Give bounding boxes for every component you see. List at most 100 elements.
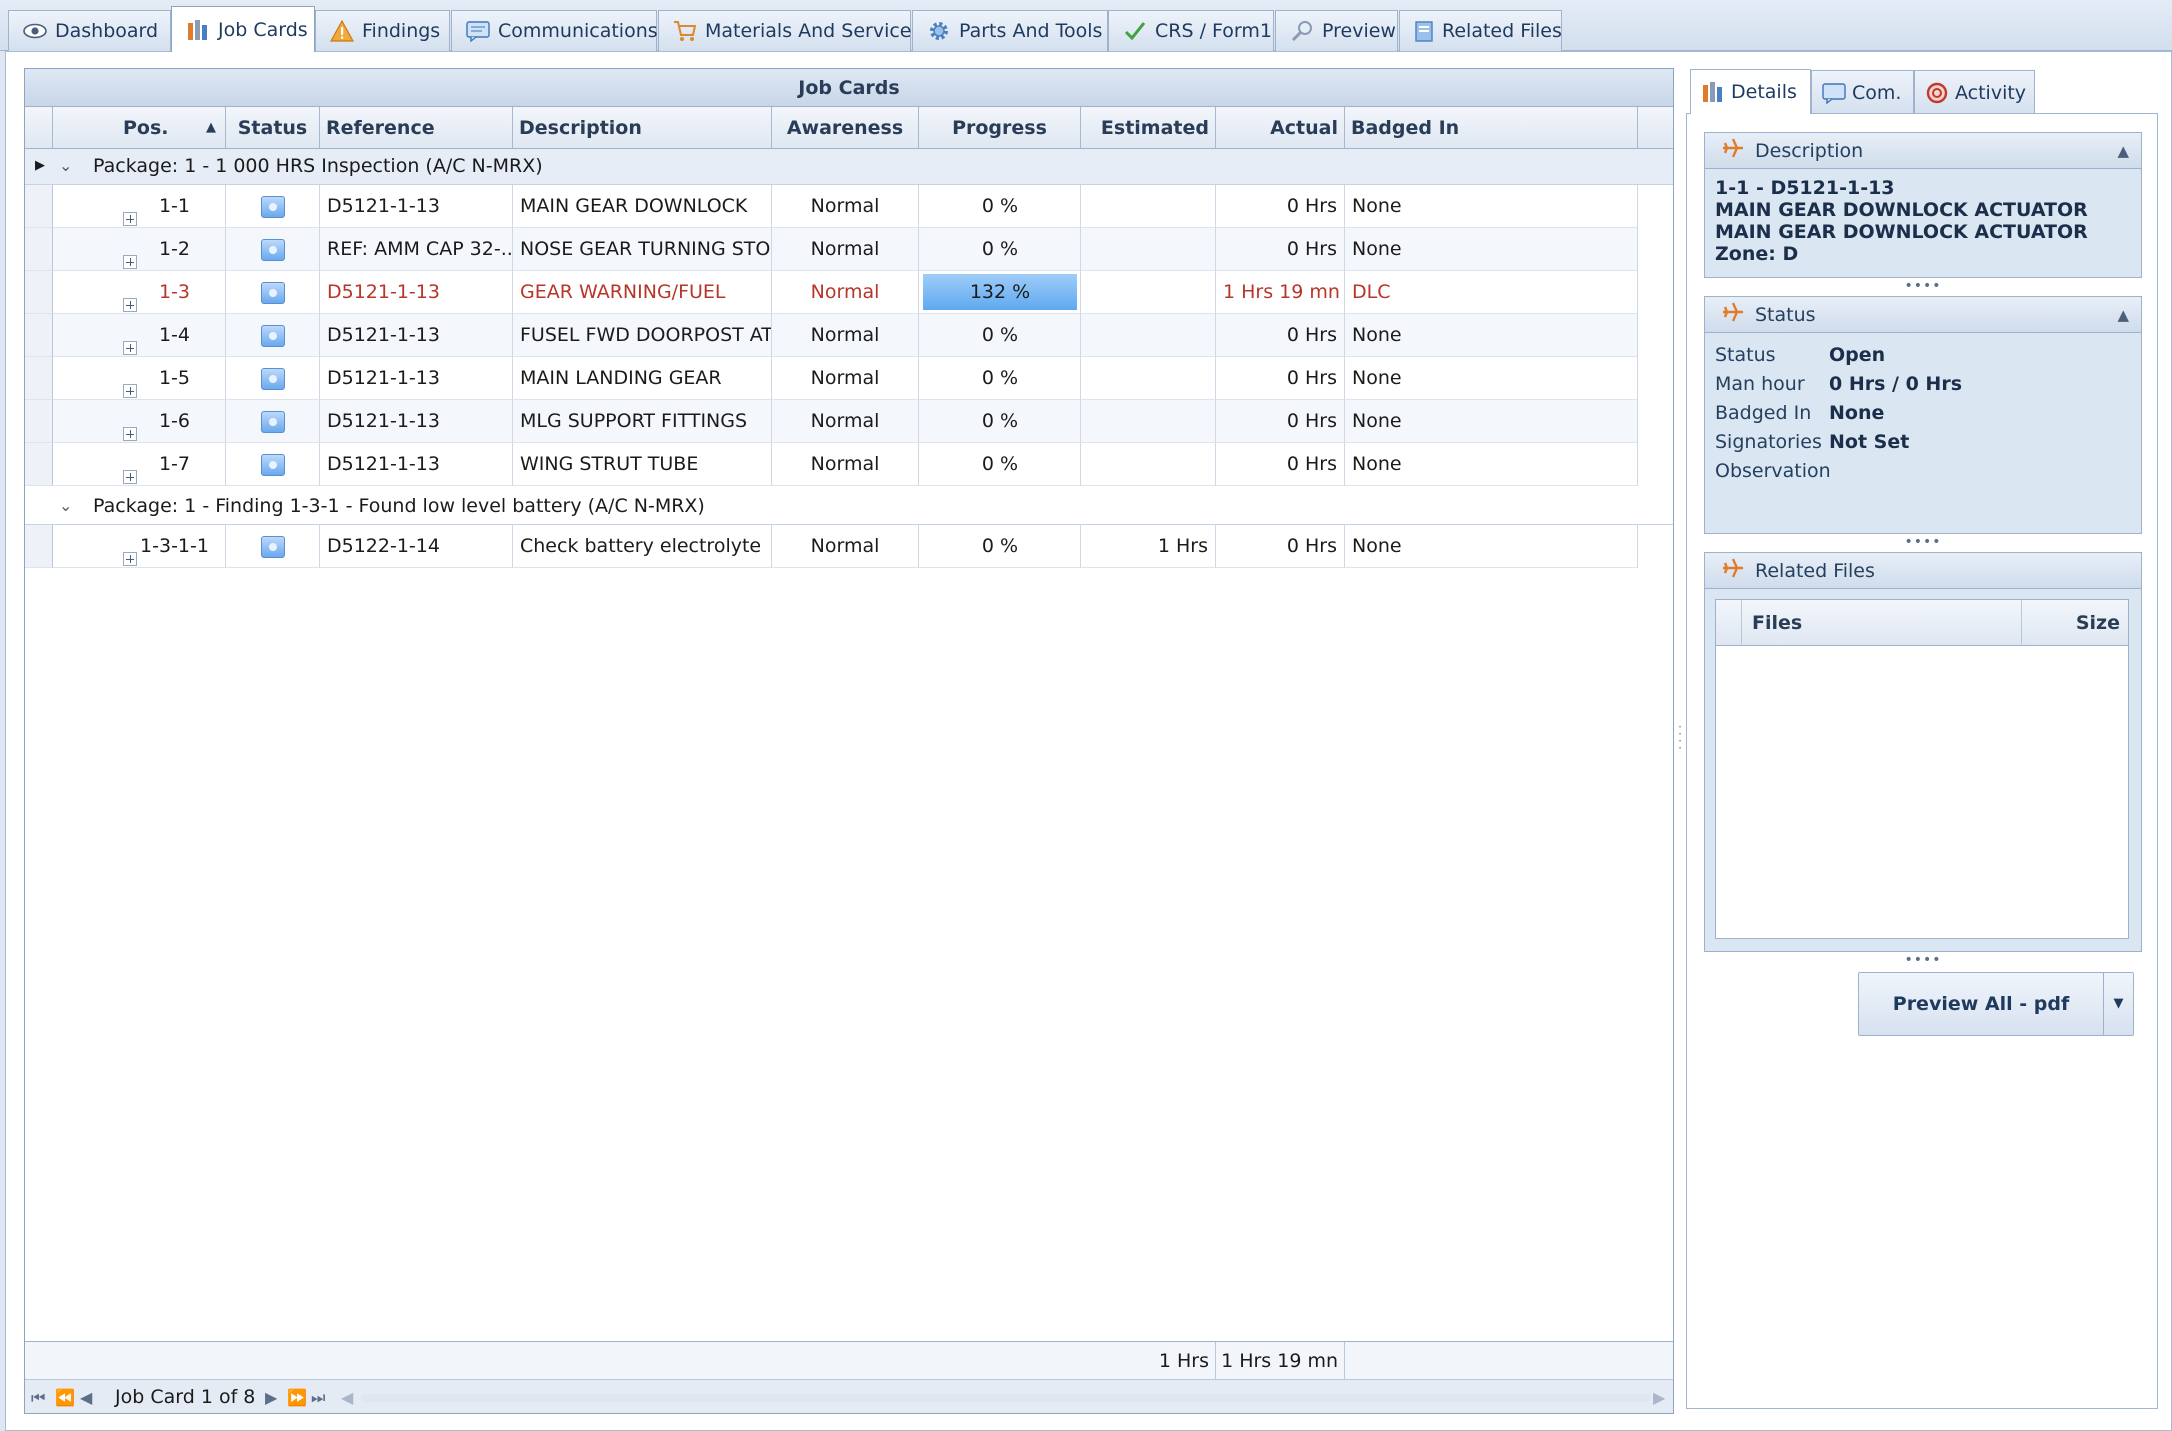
group-row[interactable]: ⌄ Package: 1 - Finding 1-3-1 - Found low…: [25, 489, 1673, 525]
previous-record-icon[interactable]: ◀: [80, 1388, 92, 1407]
cell-reference[interactable]: D5121-1-13: [320, 357, 513, 400]
table-row[interactable]: 1-7 D5121-1-13 WING STRUT TUBE Normal 0 % 0 H…: [25, 443, 1673, 486]
cell-badged[interactable]: None: [1345, 525, 1638, 568]
table-row[interactable]: 1-4 D5121-1-13 FUSEL FWD DOORPOST AT Normal…: [25, 314, 1673, 357]
cell-description[interactable]: MAIN GEAR DOWNLOCK: [513, 185, 772, 228]
tab-findings[interactable]: Findings: [315, 10, 450, 51]
dropdown-arrow-icon[interactable]: ▼: [2103, 973, 2133, 1035]
cell-reference[interactable]: D5121-1-13: [320, 185, 513, 228]
row-selector[interactable]: [25, 525, 53, 568]
row-selector[interactable]: [25, 357, 53, 400]
cell-pos[interactable]: 1-7: [53, 443, 226, 486]
column-header-pos[interactable]: Pos. ▲: [53, 107, 226, 149]
previous-page-icon[interactable]: ⏪: [55, 1388, 75, 1407]
cell-reference[interactable]: D5121-1-13: [320, 443, 513, 486]
tab-job-cards[interactable]: Job Cards: [171, 6, 315, 52]
column-header-size[interactable]: Size: [2022, 600, 2128, 646]
cell-progress[interactable]: 0 %: [919, 185, 1081, 228]
row-selector[interactable]: [25, 400, 53, 443]
related-files-card-header[interactable]: Related Files: [1705, 553, 2141, 589]
cell-reference[interactable]: REF: AMM CAP 32-...: [320, 228, 513, 271]
cell-description[interactable]: MLG SUPPORT FITTINGS: [513, 400, 772, 443]
tab-related-files[interactable]: Related Files: [1399, 10, 1562, 51]
column-header-progress[interactable]: Progress: [919, 107, 1081, 149]
cell-badged[interactable]: None: [1345, 400, 1638, 443]
cell-status[interactable]: [226, 443, 320, 486]
cell-reference[interactable]: D5121-1-13: [320, 400, 513, 443]
table-row[interactable]: 1-6 D5121-1-13 MLG SUPPORT FITTINGS Normal 0…: [25, 400, 1673, 443]
tab-materials-and-services[interactable]: Materials And Services: [658, 10, 921, 51]
description-card-header[interactable]: Description ▲: [1705, 133, 2141, 169]
cell-actual[interactable]: 1 Hrs 19 mn: [1216, 271, 1345, 314]
splitter-grip[interactable]: · · · ·: [1676, 721, 1684, 754]
last-record-icon[interactable]: ⏭: [311, 1388, 325, 1408]
tab-dashboard[interactable]: Dashboard: [8, 10, 171, 51]
row-selector[interactable]: [25, 228, 53, 271]
first-record-icon[interactable]: ⏮: [31, 1388, 45, 1408]
scroll-left-icon[interactable]: ◀: [341, 1388, 353, 1407]
resize-grip[interactable]: ••••: [1704, 278, 2142, 294]
tab-parts-and-tools[interactable]: Parts And Tools: [912, 10, 1108, 51]
cell-reference[interactable]: D5121-1-13: [320, 314, 513, 357]
cell-status[interactable]: [226, 400, 320, 443]
cell-actual[interactable]: 0 Hrs: [1216, 357, 1345, 400]
cell-actual[interactable]: 0 Hrs: [1216, 185, 1345, 228]
cell-progress[interactable]: 0 %: [919, 314, 1081, 357]
row-selector[interactable]: [25, 271, 53, 314]
cell-pos[interactable]: 1-5: [53, 357, 226, 400]
cell-reference[interactable]: D5121-1-13: [320, 271, 513, 314]
tab-crs-form1[interactable]: CRS / Form1: [1108, 10, 1274, 51]
cell-awareness[interactable]: Normal: [772, 525, 919, 568]
collapse-caret-icon[interactable]: ▲: [2117, 306, 2129, 324]
tab-activity[interactable]: Activity: [1914, 70, 2035, 114]
cell-actual[interactable]: 0 Hrs: [1216, 314, 1345, 357]
column-header-description[interactable]: Description: [513, 107, 772, 149]
tab-preview[interactable]: Preview: [1275, 10, 1398, 51]
cell-estimated[interactable]: [1081, 443, 1216, 486]
cell-awareness[interactable]: Normal: [772, 228, 919, 271]
table-row[interactable]: 1-3 D5121-1-13 GEAR WARNING/FUEL Normal 132 …: [25, 271, 1673, 314]
table-row[interactable]: 1-1 D5121-1-13 MAIN GEAR DOWNLOCK Normal 0 %…: [25, 185, 1673, 228]
cell-pos[interactable]: 1-2: [53, 228, 226, 271]
cell-pos[interactable]: 1-6: [53, 400, 226, 443]
row-selector[interactable]: [25, 185, 53, 228]
cell-badged[interactable]: None: [1345, 357, 1638, 400]
tab-com[interactable]: Com.: [1811, 70, 1914, 114]
preview-all-pdf-button[interactable]: Preview All - pdf ▼: [1858, 972, 2134, 1036]
resize-grip[interactable]: ••••: [1704, 952, 2142, 968]
cell-estimated[interactable]: [1081, 271, 1216, 314]
cell-estimated[interactable]: 1 Hrs: [1081, 525, 1216, 568]
cell-estimated[interactable]: [1081, 185, 1216, 228]
cell-status[interactable]: [226, 357, 320, 400]
cell-badged[interactable]: None: [1345, 185, 1638, 228]
column-header-reference[interactable]: Reference: [320, 107, 513, 149]
cell-description[interactable]: FUSEL FWD DOORPOST AT: [513, 314, 772, 357]
cell-pos[interactable]: 1-1: [53, 185, 226, 228]
horizontal-scrollbar[interactable]: [361, 1394, 1651, 1402]
status-card-header[interactable]: Status ▲: [1705, 297, 2141, 333]
cell-pos[interactable]: 1-3: [53, 271, 226, 314]
cell-progress[interactable]: 0 %: [919, 525, 1081, 568]
column-header-badged-in[interactable]: Badged In: [1345, 107, 1638, 149]
cell-status[interactable]: [226, 314, 320, 357]
cell-progress[interactable]: 0 %: [919, 357, 1081, 400]
cell-pos[interactable]: 1-4: [53, 314, 226, 357]
cell-progress[interactable]: 0 %: [919, 228, 1081, 271]
column-header-estimated[interactable]: Estimated: [1081, 107, 1216, 149]
cell-actual[interactable]: 0 Hrs: [1216, 525, 1345, 568]
cell-progress[interactable]: 132 %: [919, 271, 1081, 314]
cell-badged[interactable]: None: [1345, 443, 1638, 486]
cell-actual[interactable]: 0 Hrs: [1216, 228, 1345, 271]
table-row[interactable]: 1-2 REF: AMM CAP 32-... NOSE GEAR TURNING …: [25, 228, 1673, 271]
cell-badged[interactable]: None: [1345, 314, 1638, 357]
cell-status[interactable]: [226, 271, 320, 314]
cell-estimated[interactable]: [1081, 314, 1216, 357]
cell-description[interactable]: GEAR WARNING/FUEL: [513, 271, 772, 314]
group-row[interactable]: ▶ ⌄ Package: 1 - 1 000 HRS Inspection (A…: [25, 149, 1673, 185]
cell-description[interactable]: MAIN LANDING GEAR: [513, 357, 772, 400]
cell-awareness[interactable]: Normal: [772, 357, 919, 400]
cell-status[interactable]: [226, 185, 320, 228]
resize-grip[interactable]: ••••: [1704, 534, 2142, 550]
cell-actual[interactable]: 0 Hrs: [1216, 400, 1345, 443]
cell-actual[interactable]: 0 Hrs: [1216, 443, 1345, 486]
